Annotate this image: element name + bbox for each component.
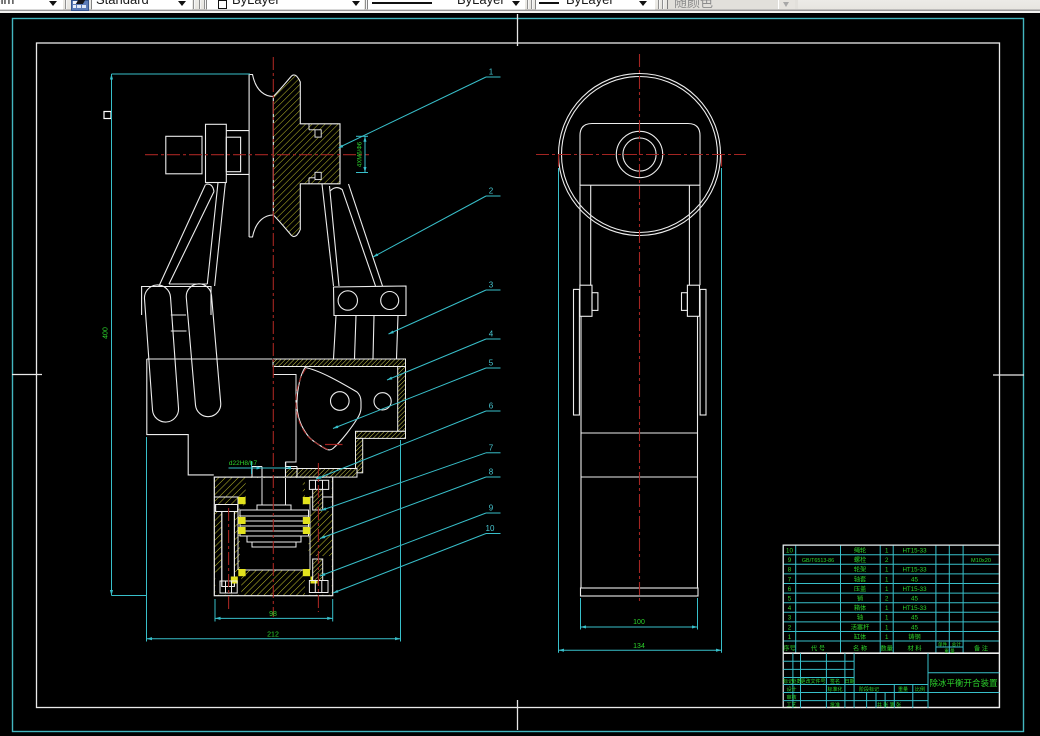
svg-text:2: 2 — [788, 624, 792, 631]
svg-text:更改文件号: 更改文件号 — [800, 678, 825, 685]
svg-text:4: 4 — [489, 330, 494, 339]
svg-text:GB/T6513-86: GB/T6513-86 — [802, 558, 834, 564]
svg-text:共 张 第 张: 共 张 第 张 — [877, 702, 901, 709]
svg-text:序号: 序号 — [783, 644, 795, 652]
svg-text:代 号: 代 号 — [811, 644, 825, 652]
svg-text:100: 100 — [633, 619, 645, 626]
svg-text:HT15-33: HT15-33 — [902, 605, 927, 612]
svg-text:铸钢: 铸钢 — [908, 633, 920, 641]
svg-text:签名: 签名 — [830, 678, 840, 685]
svg-text:400: 400 — [103, 327, 110, 339]
svg-text:轴: 轴 — [857, 614, 863, 622]
svg-text:1: 1 — [788, 634, 792, 641]
svg-text:阶段标记: 阶段标记 — [859, 686, 879, 693]
svg-text:134: 134 — [633, 643, 645, 650]
svg-text:6: 6 — [489, 402, 494, 411]
svg-text:名 称: 名 称 — [853, 644, 867, 652]
svg-text:HT15-33: HT15-33 — [902, 567, 927, 574]
svg-text:5: 5 — [788, 596, 792, 603]
svg-text:材 料: 材 料 — [907, 644, 921, 652]
svg-text:8: 8 — [788, 567, 792, 574]
svg-text:d22H8/h7: d22H8/h7 — [229, 460, 258, 467]
svg-text:9: 9 — [788, 557, 792, 564]
svg-text:10: 10 — [486, 524, 495, 533]
svg-text:2: 2 — [885, 596, 889, 603]
svg-text:除冰平衡开合装置: 除冰平衡开合装置 — [929, 678, 998, 688]
svg-text:1: 1 — [885, 605, 889, 612]
svg-text:批准: 批准 — [830, 702, 840, 709]
svg-text:重 量: 重 量 — [944, 648, 955, 655]
svg-text:备 注: 备 注 — [974, 644, 988, 652]
svg-text:3: 3 — [788, 615, 792, 622]
svg-text:4: 4 — [788, 605, 792, 612]
svg-text:2: 2 — [489, 187, 494, 196]
svg-text:7: 7 — [489, 443, 494, 452]
svg-text:绳轮: 绳轮 — [854, 547, 866, 555]
svg-text:4XM6/Ф6: 4XM6/Ф6 — [358, 141, 364, 167]
svg-text:1: 1 — [885, 634, 889, 641]
svg-text:45: 45 — [911, 615, 918, 622]
svg-text:98: 98 — [269, 611, 277, 618]
svg-text:HT15-33: HT15-33 — [902, 586, 927, 593]
svg-text:压盖: 压盖 — [854, 585, 866, 593]
svg-text:螺栓: 螺栓 — [854, 556, 866, 564]
svg-text:缸体: 缸体 — [854, 633, 867, 641]
svg-text:标准化: 标准化 — [827, 686, 842, 693]
svg-text:总计: 总计 — [952, 641, 962, 648]
svg-text:单件: 单件 — [938, 641, 948, 648]
svg-text:5: 5 — [489, 359, 494, 368]
svg-text:1: 1 — [885, 586, 889, 593]
svg-text:活塞杆: 活塞杆 — [851, 623, 870, 631]
svg-text:比例: 比例 — [915, 686, 925, 693]
svg-text:10: 10 — [786, 548, 793, 555]
svg-text:M10x20: M10x20 — [971, 558, 991, 564]
svg-text:9: 9 — [489, 504, 494, 513]
svg-text:1: 1 — [885, 624, 889, 631]
svg-text:数量: 数量 — [881, 644, 893, 652]
svg-text:45: 45 — [911, 624, 918, 631]
svg-text:1: 1 — [885, 576, 889, 583]
svg-text:工艺: 工艺 — [786, 703, 796, 709]
svg-text:箱体: 箱体 — [854, 604, 867, 612]
svg-text:212: 212 — [267, 632, 279, 639]
svg-text:轴套: 轴套 — [854, 575, 866, 583]
svg-text:1: 1 — [489, 68, 494, 77]
svg-text:HT15-33: HT15-33 — [902, 548, 927, 555]
svg-text:6: 6 — [788, 586, 792, 593]
svg-text:1: 1 — [885, 548, 889, 555]
svg-text:审核: 审核 — [786, 694, 796, 701]
svg-text:日期: 日期 — [844, 679, 854, 685]
svg-text:8: 8 — [489, 468, 494, 477]
svg-text:45: 45 — [911, 596, 918, 603]
svg-text:重量: 重量 — [898, 686, 908, 693]
svg-text:轮架: 轮架 — [854, 566, 866, 574]
svg-text:1: 1 — [885, 615, 889, 622]
svg-text:1: 1 — [885, 567, 889, 574]
svg-text:销: 销 — [857, 595, 863, 603]
svg-text:设计: 设计 — [786, 686, 796, 693]
svg-text:45: 45 — [911, 576, 918, 583]
svg-text:2: 2 — [885, 557, 889, 564]
svg-text:3: 3 — [489, 281, 494, 290]
svg-text:7: 7 — [788, 576, 792, 583]
